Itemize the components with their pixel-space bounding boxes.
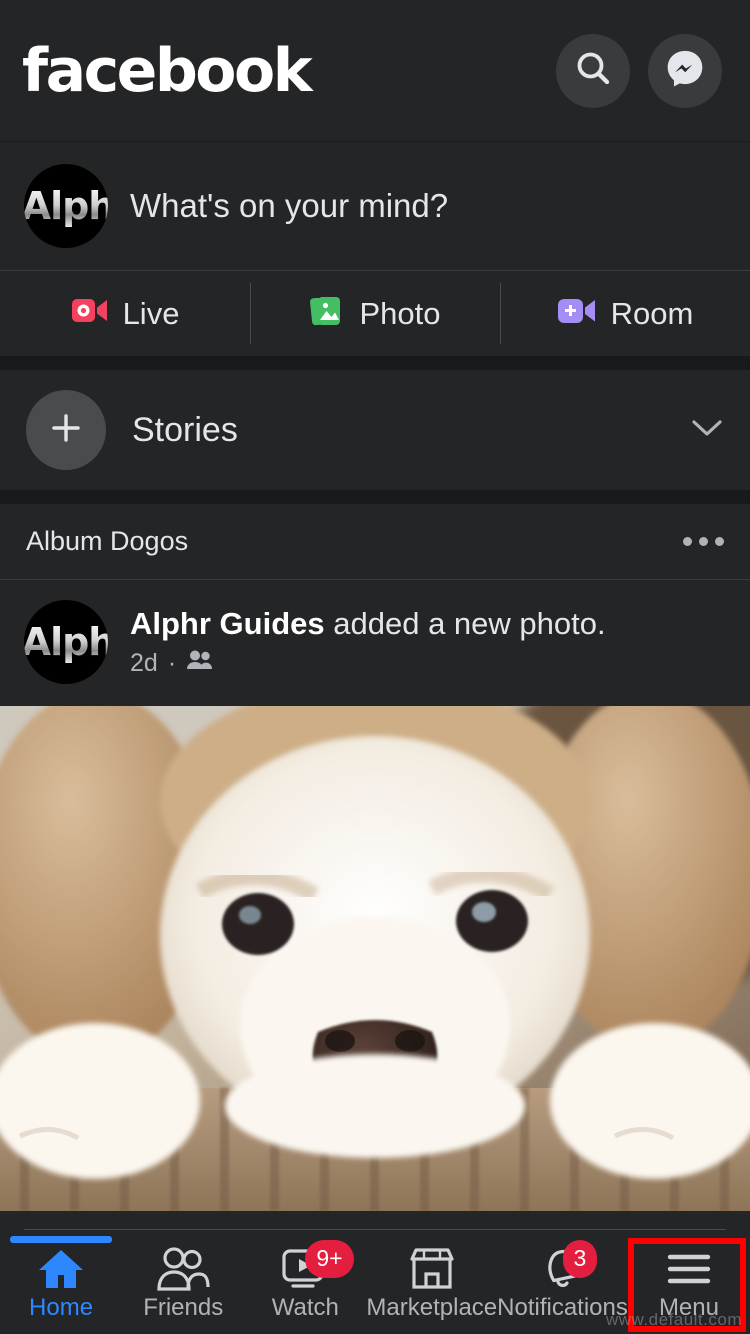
app-header: facebook — [0, 0, 750, 142]
post-meta: Alphr Guides added a new photo. 2d · — [130, 606, 606, 678]
chevron-down-icon[interactable] — [690, 417, 724, 444]
photo-label: Photo — [359, 295, 441, 331]
more-options-icon[interactable] — [683, 537, 724, 546]
live-video-icon — [71, 295, 109, 332]
live-label: Live — [122, 295, 180, 331]
nav-item-home[interactable]: Home — [0, 1236, 122, 1334]
album-title: Album Dogos — [26, 526, 189, 556]
friends-audience-icon[interactable] — [186, 649, 214, 678]
watermark-text: www.default.com — [606, 1310, 742, 1329]
room-label: Room — [610, 295, 694, 331]
nav-label-watch: Watch — [271, 1294, 339, 1321]
notifications-badge: 3 — [562, 1240, 598, 1278]
post-composer[interactable]: Alph What's on your mind? — [0, 142, 750, 270]
composer-input[interactable]: What's on your mind? — [130, 187, 448, 225]
video-room-icon — [557, 295, 597, 332]
nav-item-friends[interactable]: Friends — [122, 1240, 244, 1334]
bell-icon: 3 — [539, 1240, 598, 1292]
watch-icon: 9+ — [279, 1240, 354, 1292]
post-subline: 2d · — [130, 649, 606, 678]
section-gap-1 — [0, 356, 750, 370]
search-icon — [573, 48, 613, 93]
post-header: Alph Alphr Guides added a new photo. 2d … — [0, 580, 750, 706]
photo-icon — [309, 293, 345, 334]
stories-section[interactable]: Stories — [0, 370, 750, 490]
nav-label-home: Home — [29, 1294, 94, 1321]
photo-button[interactable]: Photo — [250, 271, 500, 356]
live-button[interactable]: Live — [0, 271, 250, 356]
nav-label-marketplace: Marketplace — [366, 1294, 498, 1321]
messenger-button[interactable] — [648, 33, 722, 108]
add-story-button[interactable] — [26, 390, 106, 470]
avatar-label: Alph — [24, 184, 108, 228]
facebook-mobile-screen: facebook Alph What's on your mind? Live … — [0, 0, 750, 1334]
facebook-logo[interactable]: facebook — [22, 41, 313, 101]
post-action-text: added a new photo. — [324, 606, 606, 642]
search-button[interactable] — [556, 33, 630, 108]
section-gap-2 — [0, 490, 750, 504]
nav-label-friends: Friends — [143, 1294, 224, 1321]
reaction-divider — [24, 1229, 726, 1230]
post-author-name[interactable]: Alphr Guides — [130, 606, 325, 641]
composer-action-row: Live Photo Room — [0, 271, 750, 356]
nav-item-marketplace[interactable]: Marketplace — [366, 1240, 497, 1334]
messenger-icon — [664, 47, 706, 94]
post-timestamp: 2d — [130, 648, 158, 677]
stories-title: Stories — [132, 410, 238, 449]
home-icon — [36, 1246, 86, 1292]
post-photo[interactable] — [0, 706, 750, 1211]
post-title-line: Alphr Guides added a new photo. — [130, 606, 606, 642]
post-author-avatar[interactable]: Alph — [24, 600, 108, 684]
room-button[interactable]: Room — [500, 271, 750, 356]
header-actions — [556, 33, 722, 108]
post-avatar-label: Alph — [24, 620, 108, 664]
user-avatar[interactable]: Alph — [24, 164, 108, 248]
active-tab-indicator — [10, 1236, 113, 1243]
post-separator: · — [167, 648, 177, 677]
watch-badge: 9+ — [305, 1240, 354, 1278]
friends-icon — [156, 1246, 210, 1292]
plus-icon — [49, 411, 83, 450]
nav-item-watch[interactable]: 9+ Watch — [244, 1240, 366, 1334]
hamburger-menu-icon — [663, 1246, 715, 1292]
album-header: Album Dogos — [0, 504, 750, 580]
marketplace-icon — [407, 1246, 457, 1292]
